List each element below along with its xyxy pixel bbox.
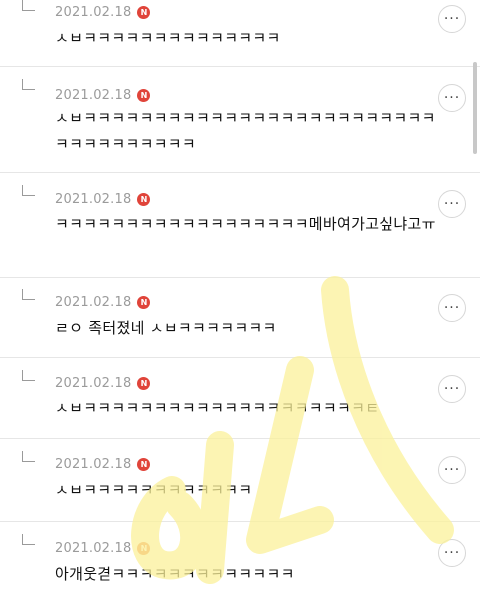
more-options-button[interactable]: ··· (438, 84, 466, 112)
comment-text: ㅅㅂㅋㅋㅋㅋㅋㅋㅋㅋㅋㅋㅋㅋㅋㅋㅋㅋㅋㅋㅋㅋㅋㅋㅋㅋㅋㅋㅋㅋㅋㅋㅋㅋㅋㅋㅋ (55, 109, 436, 153)
comment-text: ㄹㅇ 족터졌네 ㅅㅂㅋㅋㅋㅋㅋㅋㅋ (55, 319, 277, 337)
comment-item: 2021.02.18 N ㅅㅂㅋㅋㅋㅋㅋㅋㅋㅋㅋㅋㅋㅋㅋㅋ ··· (0, 0, 480, 67)
reply-arrow-icon (22, 289, 35, 300)
more-options-button[interactable]: ··· (438, 190, 466, 218)
comment-item: 2021.02.18 N ㅅㅂㅋㅋㅋㅋㅋㅋㅋㅋㅋㅋㅋㅋㅋㅋㅋㅋㅋㅋㅋㅋㅋㅋㅋㅋㅋ… (0, 67, 480, 173)
comment-date: 2021.02.18 (55, 376, 132, 391)
reply-arrow-icon (22, 79, 35, 90)
more-options-button[interactable]: ··· (438, 294, 466, 322)
comment-meta: 2021.02.18 N (55, 5, 151, 20)
comment-meta: 2021.02.18 N (55, 295, 151, 310)
comment-item: 2021.02.18 N ㅅㅂㅋㅋㅋㅋㅋㅋㅋㅋㅋㅋㅋㅋ ··· (0, 439, 480, 522)
comment-date: 2021.02.18 (55, 457, 132, 472)
comment-item: 2021.02.18 N ㄹㅇ 족터졌네 ㅅㅂㅋㅋㅋㅋㅋㅋㅋ ··· (0, 278, 480, 358)
new-badge: N (137, 296, 151, 309)
comment-date: 2021.02.18 (55, 541, 132, 556)
new-badge: N (137, 458, 151, 471)
comment-meta: 2021.02.18 N (55, 376, 151, 391)
new-badge: N (137, 89, 151, 102)
comment-meta: 2021.02.18 N (55, 457, 151, 472)
comment-item: 2021.02.18 N 아개웃겯ㅋㅋㅋㅋㅋㅋㅋㅋㅋㅋㅋㅋㅋ ··· (0, 522, 480, 608)
new-badge: N (137, 377, 151, 390)
more-options-button[interactable]: ··· (438, 375, 466, 403)
reply-arrow-icon (22, 451, 35, 462)
reply-arrow-icon (22, 534, 35, 545)
comment-text: ㅅㅂㅋㅋㅋㅋㅋㅋㅋㅋㅋㅋㅋㅋㅋㅋㅋㅋㅋㅋㅋㅋㅌ (55, 399, 380, 417)
reply-arrow-icon (22, 370, 35, 381)
comment-date: 2021.02.18 (55, 192, 132, 207)
new-badge: N (137, 193, 151, 206)
more-options-button[interactable]: ··· (438, 539, 466, 567)
comment-item: 2021.02.18 N ㅅㅂㅋㅋㅋㅋㅋㅋㅋㅋㅋㅋㅋㅋㅋㅋㅋㅋㅋㅋㅋㅋㅌ ··· (0, 358, 480, 439)
comment-meta: 2021.02.18 N (55, 541, 151, 556)
comment-text: ㅅㅂㅋㅋㅋㅋㅋㅋㅋㅋㅋㅋㅋㅋㅋㅋ (55, 29, 281, 47)
comment-date: 2021.02.18 (55, 5, 132, 20)
new-badge: N (137, 6, 151, 19)
comment-item: 2021.02.18 N ㅋㅋㅋㅋㅋㅋㅋㅋㅋㅋㅋㅋㅋㅋㅋㅋㅋㅋ메바여가고싶냐고ㅠ… (0, 173, 480, 278)
more-options-button[interactable]: ··· (438, 5, 466, 33)
comment-text: ㅅㅂㅋㅋㅋㅋㅋㅋㅋㅋㅋㅋㅋㅋ (55, 481, 253, 499)
reply-arrow-icon (22, 0, 35, 11)
comment-meta: 2021.02.18 N (55, 192, 151, 207)
new-badge: N (137, 542, 151, 555)
comment-meta: 2021.02.18 N (55, 88, 151, 103)
comment-date: 2021.02.18 (55, 88, 132, 103)
scrollbar[interactable] (473, 62, 477, 154)
reply-arrow-icon (22, 185, 35, 196)
comment-text: ㅋㅋㅋㅋㅋㅋㅋㅋㅋㅋㅋㅋㅋㅋㅋㅋㅋㅋ메바여가고싶냐고ㅠ (55, 215, 436, 233)
comment-date: 2021.02.18 (55, 295, 132, 310)
more-options-button[interactable]: ··· (438, 456, 466, 484)
comment-text: 아개웃겯ㅋㅋㅋㅋㅋㅋㅋㅋㅋㅋㅋㅋㅋ (55, 565, 295, 583)
